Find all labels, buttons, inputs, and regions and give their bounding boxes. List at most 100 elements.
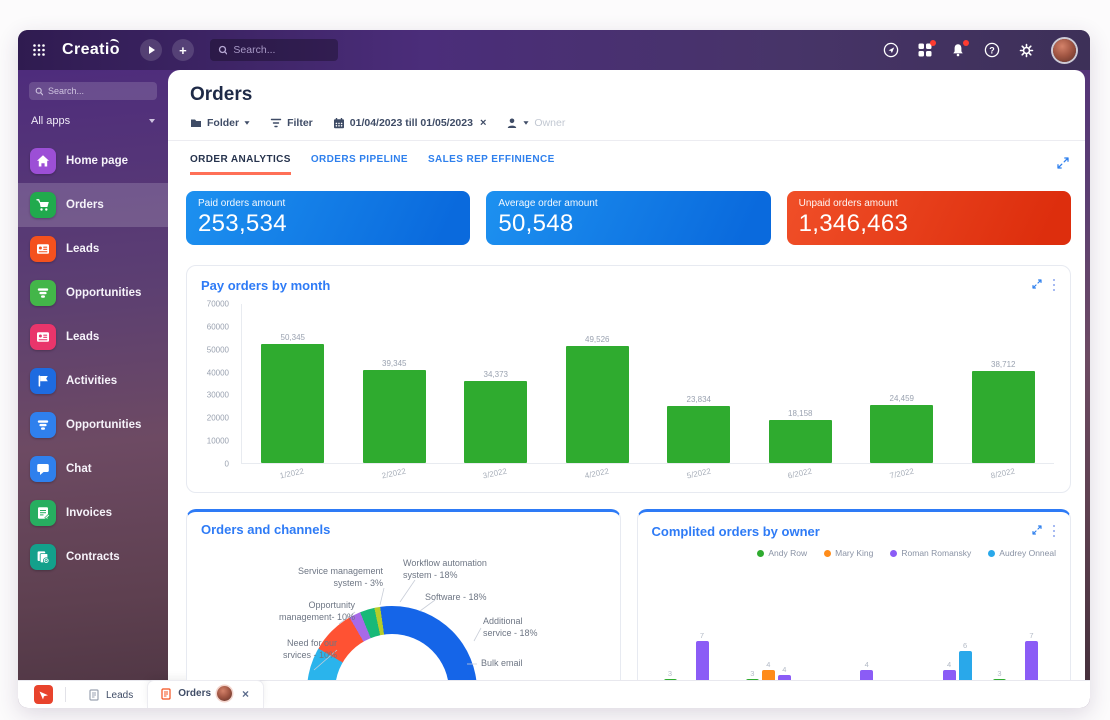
month-bar: [972, 371, 1035, 463]
legend-dot: [824, 550, 831, 557]
taskbar-tab-leads[interactable]: Leads: [76, 684, 147, 708]
legend-item-roman-romansky[interactable]: Roman Romansky: [890, 548, 971, 558]
folder-filter[interactable]: Folder: [190, 117, 250, 129]
y-tick: 70000: [207, 300, 229, 309]
kpi-row: Paid orders amount253,534 Average order a…: [186, 191, 1071, 245]
sidebar-item-label: Invoices: [66, 507, 112, 519]
all-apps-selector[interactable]: All apps: [18, 115, 168, 127]
sidebar-item-label: Contracts: [66, 551, 120, 563]
kpi-value: 1,346,463: [799, 210, 1059, 238]
taskbar-tab-orders[interactable]: Orders×: [147, 680, 264, 708]
legend-item-mary-king[interactable]: Mary King: [824, 548, 873, 558]
month-bar: [363, 370, 426, 463]
add-button[interactable]: +: [172, 39, 194, 61]
bar-value-label: 18,158: [788, 409, 812, 418]
bar-group-4: 246: [911, 651, 972, 680]
kpi-label: Unpaid orders amount: [799, 198, 1059, 209]
expand-chart-icon[interactable]: [1032, 276, 1042, 294]
bar-slot: 49,526: [547, 304, 649, 463]
tab-order-analytics[interactable]: ORDER ANALYTICS: [190, 154, 291, 175]
sidebar-item-leads-4[interactable]: Leads: [18, 315, 168, 359]
sidebar-item-orders-1[interactable]: Orders: [18, 183, 168, 227]
taskbar-tab-label: Leads: [106, 690, 133, 701]
all-apps-label: All apps: [31, 115, 70, 127]
contracts-icon: [30, 544, 56, 570]
folder-label: Folder: [207, 117, 239, 129]
tab-orders-pipeline[interactable]: ORDERS PIPELINE: [311, 154, 408, 175]
sidebar-item-invoices-8[interactable]: Invoices: [18, 491, 168, 535]
sidebar-item-label: Leads: [66, 331, 99, 343]
sidebar-item-label: Chat: [66, 463, 92, 475]
owner-bar: 4: [943, 670, 956, 680]
chart-menu-icon[interactable]: [1052, 278, 1057, 293]
tab-sales-rep-effinience[interactable]: SALES REP EFFINIENCE: [428, 154, 555, 175]
leads-icon: [30, 236, 56, 262]
month-bar: [464, 381, 527, 463]
owner-filter[interactable]: Owner: [506, 117, 565, 129]
sidebar-item-leads-2[interactable]: Leads: [18, 227, 168, 271]
run-process-button[interactable]: [140, 39, 162, 61]
document-icon: [160, 688, 172, 700]
legend-item-andy-row[interactable]: Andy Row: [757, 548, 807, 558]
global-search-input[interactable]: [233, 44, 330, 56]
legend-item-audrey-onneal[interactable]: Audrey Onneal: [988, 548, 1056, 558]
owner-bar: 3: [746, 679, 759, 680]
owner-bar-label: 7: [696, 631, 709, 640]
owner-bar-label: 2: [794, 679, 807, 680]
kpi-unpaid-orders-amount[interactable]: Unpaid orders amount1,346,463: [787, 191, 1071, 245]
expand-chart-icon[interactable]: [1032, 522, 1042, 540]
settings-icon[interactable]: [1019, 43, 1034, 58]
y-tick: 40000: [207, 368, 229, 377]
y-tick: 50000: [207, 345, 229, 354]
donut-callout: Opportunity management- 10%: [243, 600, 355, 623]
notifications-icon[interactable]: [951, 43, 965, 57]
taskbar-divider: [65, 687, 66, 702]
processes-icon[interactable]: [883, 42, 899, 58]
bar-plot: 50,34539,34534,37349,52623,83418,15824,4…: [241, 304, 1054, 464]
app-launcher-icon[interactable]: [918, 43, 932, 57]
sidebar-item-chat-7[interactable]: Chat: [18, 447, 168, 491]
bar-slot: 18,158: [750, 304, 852, 463]
sidebar-item-label: Opportunities: [66, 419, 141, 431]
chart-title: Pay orders by month: [201, 278, 330, 293]
bar-slot: 23,834: [648, 304, 750, 463]
sidebar-item-contracts-9[interactable]: Contracts: [18, 535, 168, 579]
owner-bar-label: 3: [746, 669, 759, 678]
sidebar-items: Home pageOrdersLeadsOpportunitiesLeadsAc…: [18, 139, 168, 579]
global-search[interactable]: [210, 39, 338, 61]
owner-bar-label: 4: [778, 665, 791, 674]
expand-dashboard-icon[interactable]: [1057, 157, 1069, 175]
help-icon[interactable]: ?: [984, 42, 1000, 58]
notifications-badge: [963, 40, 969, 46]
chart-menu-icon[interactable]: [1052, 524, 1057, 539]
bar-slot: 38,712: [953, 304, 1055, 463]
bottom-taskbar: Leads Orders×: [18, 680, 1090, 708]
kpi-average-order-amount[interactable]: Average order amount50,548: [486, 191, 770, 245]
kpi-paid-orders-amount[interactable]: Paid orders amount253,534: [186, 191, 470, 245]
month-bar: [261, 344, 324, 463]
date-range-filter[interactable]: 01/04/2023 till 01/05/2023 ×: [333, 117, 487, 129]
sidebar-search-input[interactable]: [48, 86, 151, 96]
creatio-taskbar-logo[interactable]: [34, 685, 53, 704]
app-grid-icon[interactable]: [32, 43, 46, 57]
y-axis-labels: 700006000050000400003000020000100000: [201, 304, 235, 464]
sidebar-item-activities-5[interactable]: Activities: [18, 359, 168, 403]
owner-bar-label: 4: [860, 660, 873, 669]
close-tab-icon[interactable]: ×: [242, 687, 249, 701]
profile-avatar[interactable]: [1053, 39, 1076, 62]
kpi-label: Paid orders amount: [198, 198, 458, 209]
invoice-icon: [30, 500, 56, 526]
top-bar: Creatio + ?: [18, 30, 1090, 70]
donut-callout: Bulk email: [481, 658, 551, 670]
sidebar-item-opportunities-3[interactable]: Opportunities: [18, 271, 168, 315]
y-tick: 0: [225, 460, 229, 469]
dashboard-main: Paid orders amount253,534 Average order a…: [168, 175, 1085, 680]
sidebar-item-home-page-0[interactable]: Home page: [18, 139, 168, 183]
bar-value-label: 24,459: [890, 394, 914, 403]
sidebar-search[interactable]: [29, 82, 157, 100]
filter-button[interactable]: Filter: [270, 117, 313, 129]
home-icon: [30, 148, 56, 174]
y-tick: 10000: [207, 437, 229, 446]
sidebar-item-opportunities-6[interactable]: Opportunities: [18, 403, 168, 447]
clear-date-filter-icon[interactable]: ×: [480, 117, 486, 129]
